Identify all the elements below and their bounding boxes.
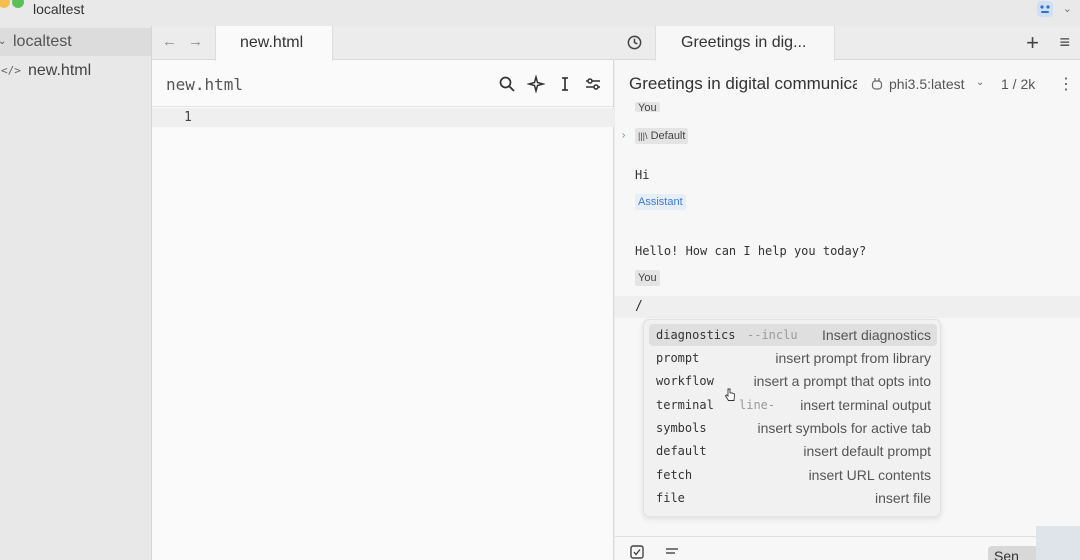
command-description: Insert diagnostics <box>822 327 931 343</box>
command-name: diagnostics <box>656 328 736 342</box>
command-item-file[interactable]: file insert file <box>649 487 937 509</box>
tab-chat[interactable]: Greetings in dig... <box>655 26 835 61</box>
sidebar-item-new-html[interactable]: </> new.html <box>0 58 151 84</box>
editor-pane: ← → new.html new.html 1 <box>152 26 614 560</box>
chevron-down-icon[interactable]: ⌄ <box>1063 2 1072 15</box>
tab-label: new.html <box>240 34 304 51</box>
chat-title: Greetings in digital communica <box>629 74 857 93</box>
tab-new-html[interactable]: new.html <box>215 26 333 61</box>
command-description: insert prompt from library <box>775 350 931 366</box>
code-icon: </> <box>1 64 21 77</box>
token-counter: 1 / 2k <box>1001 76 1036 92</box>
command-item-fetch[interactable]: fetch insert URL contents <box>649 464 937 486</box>
window-title: localtest <box>33 1 85 17</box>
command-name: symbols <box>656 421 707 435</box>
input-text: / <box>635 299 643 314</box>
command-description: insert a prompt that opts into <box>753 373 931 389</box>
role-badge-assistant: Assistant <box>635 194 686 210</box>
chat-header: Greetings in digital communica phi3.5:la… <box>615 61 1080 107</box>
editor-header: new.html <box>152 61 614 107</box>
folder-label: localtest <box>13 33 72 50</box>
chevron-down-icon[interactable]: ⌄ <box>976 77 984 88</box>
command-description: insert default prompt <box>803 443 931 459</box>
command-name: workflow <box>656 374 714 388</box>
window-corner <box>1036 526 1080 560</box>
sparkle-icon[interactable] <box>527 75 545 93</box>
command-item-default[interactable]: default insert default prompt <box>649 440 937 462</box>
hand-pointer-icon <box>724 388 735 401</box>
prompt-badge-default[interactable]: |||\ Default <box>635 128 689 144</box>
command-description: insert terminal output <box>800 397 931 413</box>
send-label: Sen <box>994 548 1019 560</box>
role-badge-you: You <box>635 102 660 112</box>
chevron-down-icon: ⌄ <box>0 36 7 47</box>
library-icon: |||\ <box>638 131 648 141</box>
text-cursor-icon[interactable] <box>556 75 574 93</box>
command-name: fetch <box>656 468 693 482</box>
editor-filename: new.html <box>166 75 244 94</box>
robot-icon <box>871 78 883 90</box>
command-name: file <box>656 491 685 505</box>
command-description: insert file <box>874 490 931 506</box>
command-autocomplete: diagnostics --inclu Insert diagnostics p… <box>643 319 941 517</box>
command-item-diagnostics[interactable]: diagnostics --inclu Insert diagnostics <box>649 324 937 346</box>
app-icon[interactable] <box>1036 0 1054 18</box>
minimize-button[interactable] <box>0 0 10 8</box>
arrow-left-icon[interactable]: ← <box>162 33 177 50</box>
command-name: terminal <box>656 398 714 412</box>
editor-tab-bar: ← → new.html <box>152 26 614 61</box>
command-hint: --inclu <box>747 328 798 342</box>
chat-pane: Greetings in dig... + ≡ Greetings in dig… <box>615 26 1080 560</box>
checkbox-icon[interactable] <box>630 545 644 559</box>
sliders-icon[interactable] <box>584 75 602 93</box>
line-number: 1 <box>184 110 192 125</box>
command-item-symbols[interactable]: symbols insert symbols for active tab <box>649 417 937 439</box>
command-hint: line- <box>739 398 776 412</box>
title-bar: localtest ⌄ <box>0 0 1080 26</box>
command-item-terminal[interactable]: terminal line- insert terminal output <box>649 394 937 416</box>
chat-tab-bar: Greetings in dig... + ≡ <box>615 26 1080 61</box>
tab-label: Greetings in dig... <box>681 34 807 51</box>
chat-toolbar: Sen <box>615 536 1080 560</box>
command-description: insert URL contents <box>808 467 931 483</box>
more-vertical-icon[interactable]: ⋮ <box>1058 74 1074 94</box>
file-label: new.html <box>28 62 92 79</box>
command-name: prompt <box>656 351 700 365</box>
sidebar-item-root-folder[interactable]: ⌄ localtest <box>0 28 151 56</box>
command-name: default <box>656 444 707 458</box>
model-selector[interactable]: phi3.5:latest <box>889 76 965 92</box>
chat-input[interactable]: / <box>615 296 1080 318</box>
editor-current-line[interactable]: 1 <box>152 108 614 127</box>
plus-icon[interactable]: + <box>1026 30 1039 56</box>
zoom-button[interactable] <box>12 0 24 8</box>
arrow-right-icon[interactable]: → <box>188 33 203 50</box>
command-item-prompt[interactable]: prompt insert prompt from library <box>649 347 937 369</box>
command-description: insert symbols for active tab <box>757 420 931 436</box>
user-message: Hi <box>635 168 650 182</box>
file-explorer: ⌄ localtest </> new.html <box>0 26 152 560</box>
role-badge-you: You <box>635 270 660 286</box>
chevron-right-icon[interactable]: › <box>622 130 625 141</box>
command-item-workflow[interactable]: workflow insert a prompt that opts into <box>649 370 937 392</box>
menu-icon[interactable]: ≡ <box>1059 32 1070 53</box>
assistant-message: Hello! How can I help you today? <box>635 244 867 258</box>
prompt-label: Default <box>650 130 686 142</box>
history-icon[interactable] <box>626 34 643 51</box>
search-icon[interactable] <box>498 75 516 93</box>
list-icon[interactable] <box>665 545 679 559</box>
